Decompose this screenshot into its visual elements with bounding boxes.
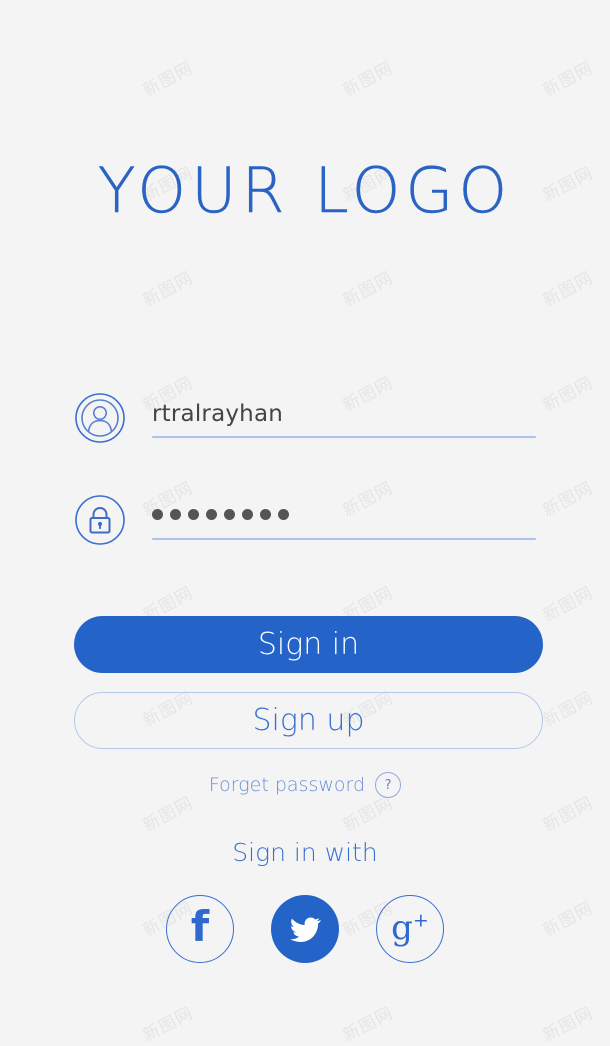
- logo-area: YOUR LOGO: [0, 154, 610, 227]
- password-field-row[interactable]: [74, 494, 536, 546]
- social-buttons-row: f g+: [0, 895, 610, 963]
- password-mask-dot: [278, 508, 289, 520]
- facebook-glyph: f: [190, 902, 210, 951]
- twitter-icon[interactable]: [271, 895, 339, 963]
- google-plus-glyph: g+: [391, 908, 429, 948]
- help-icon[interactable]: ?: [375, 772, 402, 798]
- username-input[interactable]: rtralrayhan: [152, 401, 536, 435]
- username-field-row[interactable]: rtralrayhan: [74, 392, 536, 444]
- logo-text: YOUR LOGO: [97, 154, 513, 227]
- sign-up-button[interactable]: Sign up: [74, 692, 543, 749]
- social-signin-title: Sign in with: [232, 838, 378, 867]
- password-mask-dot: [152, 508, 163, 520]
- forget-password-link[interactable]: Forget password: [209, 774, 365, 796]
- twitter-bird-glyph: [289, 917, 321, 942]
- password-mask-dot: [242, 508, 253, 520]
- lock-icon: [74, 494, 126, 546]
- password-input-wrap[interactable]: [152, 494, 536, 546]
- forget-password-row[interactable]: Forget password ?: [0, 772, 610, 798]
- username-input-wrap[interactable]: rtralrayhan: [152, 392, 536, 444]
- login-screen: YOUR LOGO rtralrayhan Sign in Sign up Fo…: [0, 0, 610, 1025]
- password-mask-dot: [170, 508, 181, 520]
- username-underline: [152, 436, 536, 438]
- password-input[interactable]: [152, 508, 289, 532]
- password-mask-dot: [224, 508, 235, 520]
- password-mask-dot: [206, 508, 217, 520]
- sign-in-button[interactable]: Sign in: [74, 616, 543, 673]
- facebook-icon[interactable]: f: [166, 895, 234, 963]
- google-plus-icon[interactable]: g+: [376, 895, 444, 963]
- password-underline: [152, 538, 536, 540]
- password-mask-dot: [260, 508, 271, 520]
- password-mask-dot: [188, 508, 199, 520]
- user-icon: [74, 392, 126, 444]
